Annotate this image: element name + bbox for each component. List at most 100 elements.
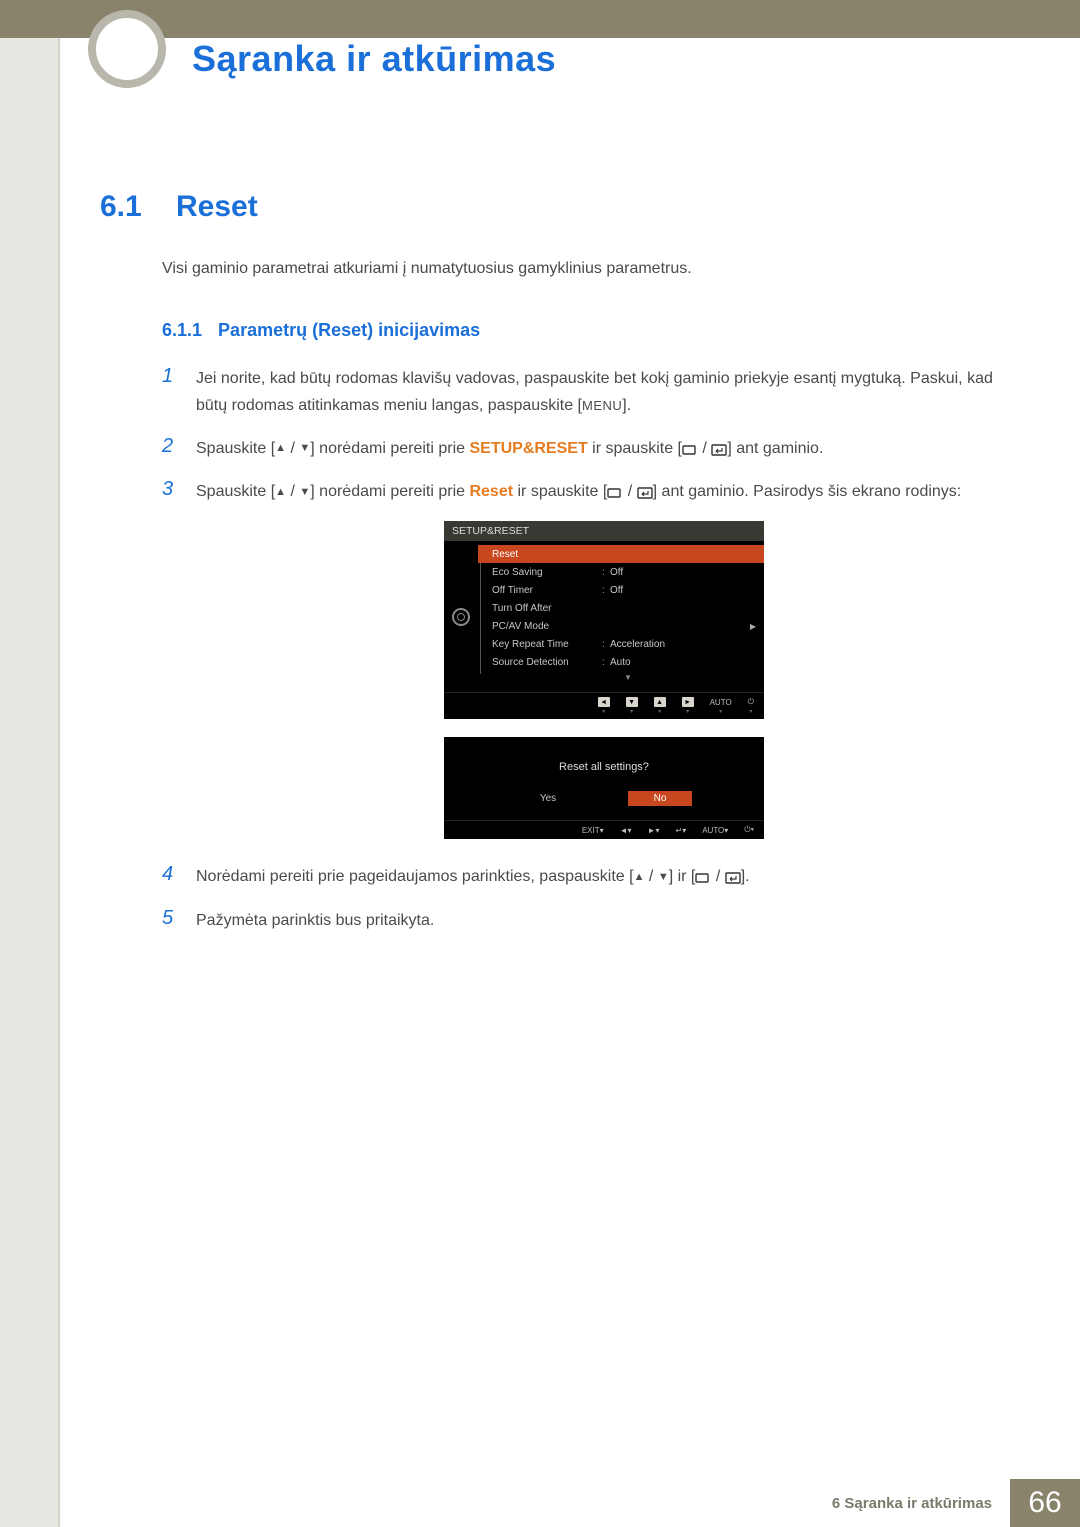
osd-nav-left[interactable]: ◄▾ <box>598 697 610 715</box>
step-text: ]. <box>741 868 750 885</box>
osd-screenshots: SETUP&RESET Reset Eco Saving:Off Off Tim… <box>198 521 1010 839</box>
down-tick-icon: ▾ <box>682 826 686 835</box>
osd-footer: EXIT▾ ◄▾ ►▾ ↵▾ AUTO▾ ⏻▾ <box>444 820 764 839</box>
step-text: ] ant gaminio. Pasirodys šis ekrano rodi… <box>653 483 962 500</box>
osd-auto-button[interactable]: AUTO▾ <box>702 826 728 835</box>
osd-nav-right[interactable]: ►▾ <box>648 826 660 835</box>
step-2: 2 Spauskite [▲ / ▼] norėdami pereiti pri… <box>162 435 1010 462</box>
section-title: Reset <box>176 190 258 224</box>
osd-item-label: Key Repeat Time <box>492 639 602 650</box>
osd-auto-label: AUTO <box>710 698 732 707</box>
step-text: ir spauskite [ <box>513 483 607 500</box>
osd-exit-button[interactable]: EXIT▾ <box>582 826 604 835</box>
osd-power-button[interactable]: ⏻▾ <box>748 697 754 715</box>
step-1: 1 Jei norite, kad būtų rodomas klavišų v… <box>162 365 1010 419</box>
footer-page-number: 66 <box>1010 1479 1080 1527</box>
step-body: Pažymėta parinktis bus pritaikyta. <box>196 907 1010 934</box>
step-text: Spauskite [ <box>196 483 275 500</box>
step-text: ] ir [ <box>669 868 696 885</box>
footer-chapter-label: 6 Sąranka ir atkūrimas <box>814 1479 1010 1527</box>
chapter-title: Sąranka ir atkūrimas <box>192 38 556 80</box>
osd-menu: Reset Eco Saving:Off Off Timer:Off Turn … <box>478 541 764 692</box>
osd-item-reset[interactable]: Reset <box>478 545 764 563</box>
osd-item-source-detection[interactable]: Source Detection:Auto <box>478 653 764 671</box>
osd-item-value: Acceleration <box>610 639 756 650</box>
down-tick-icon: ▾ <box>628 826 632 835</box>
osd-option-yes[interactable]: Yes <box>516 791 580 806</box>
power-icon: ⏻ <box>748 697 754 707</box>
source-icon <box>607 487 623 499</box>
gear-icon <box>452 608 470 626</box>
osd-auto-button[interactable]: AUTO▾ <box>710 698 732 715</box>
left-triangle-icon: ◄ <box>620 826 628 835</box>
down-triangle-icon: ▼ <box>299 439 310 458</box>
osd-footer: ◄▾ ▼▾ ▲▾ ►▾ AUTO▾ ⏻▾ <box>444 692 764 719</box>
down-triangle-icon: ▼ <box>299 483 310 502</box>
osd-option-no[interactable]: No <box>628 791 692 806</box>
subsection-title: Parametrų (Reset) inicijavimas <box>218 320 480 341</box>
osd-auto-label: AUTO <box>702 826 724 835</box>
osd-colon: : <box>602 639 610 650</box>
osd-item-turn-off-after[interactable]: Turn Off After <box>478 599 764 617</box>
steps-list: 1 Jei norite, kad būtų rodomas klavišų v… <box>162 365 1010 506</box>
step-text: ] ant gaminio. <box>727 440 823 457</box>
osd-colon: : <box>602 657 610 668</box>
down-triangle-icon: ▼ <box>626 697 638 707</box>
up-triangle-icon: ▲ <box>275 483 286 502</box>
page-content: 6.1 Reset Visi gaminio parametrai atkuri… <box>100 190 1010 950</box>
down-tick-icon: ▾ <box>686 708 689 715</box>
down-triangle-icon: ▼ <box>658 868 669 887</box>
step-number: 3 <box>162 478 178 505</box>
highlight-setup-reset: SETUP&RESET <box>469 440 587 457</box>
osd-power-button[interactable]: ⏻▾ <box>744 825 754 835</box>
up-triangle-icon: ▲ <box>275 439 286 458</box>
osd-item-label: Source Detection <box>492 657 602 668</box>
step-number: 1 <box>162 365 178 419</box>
sidebar-shadow <box>58 0 62 1527</box>
step-3: 3 Spauskite [▲ / ▼] norėdami pereiti pri… <box>162 478 1010 505</box>
osd-exit-label: EXIT <box>582 826 600 835</box>
down-tick-icon: ▾ <box>719 708 722 715</box>
left-sidebar <box>0 0 60 1527</box>
osd-scroll-down-icon: ▼ <box>492 671 764 682</box>
step-body: Norėdami pereiti prie pageidaujamos pari… <box>196 863 1010 890</box>
right-triangle-icon: ► <box>682 697 694 707</box>
step-text: ] norėdami pereiti prie <box>310 440 469 457</box>
osd-item-label: Off Timer <box>492 585 602 596</box>
osd-item-value: Off <box>610 585 756 596</box>
osd-body: Reset Eco Saving:Off Off Timer:Off Turn … <box>444 541 764 692</box>
osd-item-pcav-mode[interactable]: PC/AV Mode ▶ <box>478 617 764 635</box>
enter-icon <box>711 444 727 456</box>
chapter-badge <box>88 10 166 88</box>
step-number: 5 <box>162 907 178 934</box>
osd-item-label: Turn Off After <box>492 603 602 614</box>
osd-confirm-question: Reset all settings? <box>444 761 764 773</box>
section-intro: Visi gaminio parametrai atkuriami į numa… <box>162 256 1010 282</box>
osd-nav-left[interactable]: ◄▾ <box>620 826 632 835</box>
left-triangle-icon: ◄ <box>598 697 610 707</box>
page-footer: 6 Sąranka ir atkūrimas 66 <box>0 1479 1080 1527</box>
step-text: Pažymėta parinktis bus pritaikyta. <box>196 912 434 929</box>
osd-setup-reset: SETUP&RESET Reset Eco Saving:Off Off Tim… <box>444 521 764 719</box>
osd-item-label: Reset <box>492 549 602 560</box>
osd-item-key-repeat[interactable]: Key Repeat Time:Acceleration <box>478 635 764 653</box>
step-text: Spauskite [ <box>196 440 275 457</box>
osd-enter-button[interactable]: ↵▾ <box>675 826 686 835</box>
up-triangle-icon: ▲ <box>634 868 645 887</box>
osd-nav-down[interactable]: ▼▾ <box>626 697 638 715</box>
down-tick-icon: ▾ <box>630 708 633 715</box>
osd-header: SETUP&RESET <box>444 521 764 541</box>
step-body: Spauskite [▲ / ▼] norėdami pereiti prie … <box>196 435 1010 462</box>
osd-item-label: PC/AV Mode <box>492 621 602 632</box>
section-heading: 6.1 Reset <box>100 190 1010 224</box>
down-tick-icon: ▾ <box>749 708 752 715</box>
down-tick-icon: ▾ <box>600 826 604 835</box>
osd-nav-right[interactable]: ►▾ <box>682 697 694 715</box>
osd-nav-up[interactable]: ▲▾ <box>654 697 666 715</box>
osd-item-eco-saving[interactable]: Eco Saving:Off <box>478 563 764 581</box>
osd-item-value: Off <box>610 567 756 578</box>
osd-item-off-timer[interactable]: Off Timer:Off <box>478 581 764 599</box>
chevron-right-icon: ▶ <box>750 622 756 631</box>
osd-reset-confirm: Reset all settings? Yes No EXIT▾ ◄▾ ►▾ ↵… <box>444 737 764 839</box>
enter-icon <box>725 872 741 884</box>
